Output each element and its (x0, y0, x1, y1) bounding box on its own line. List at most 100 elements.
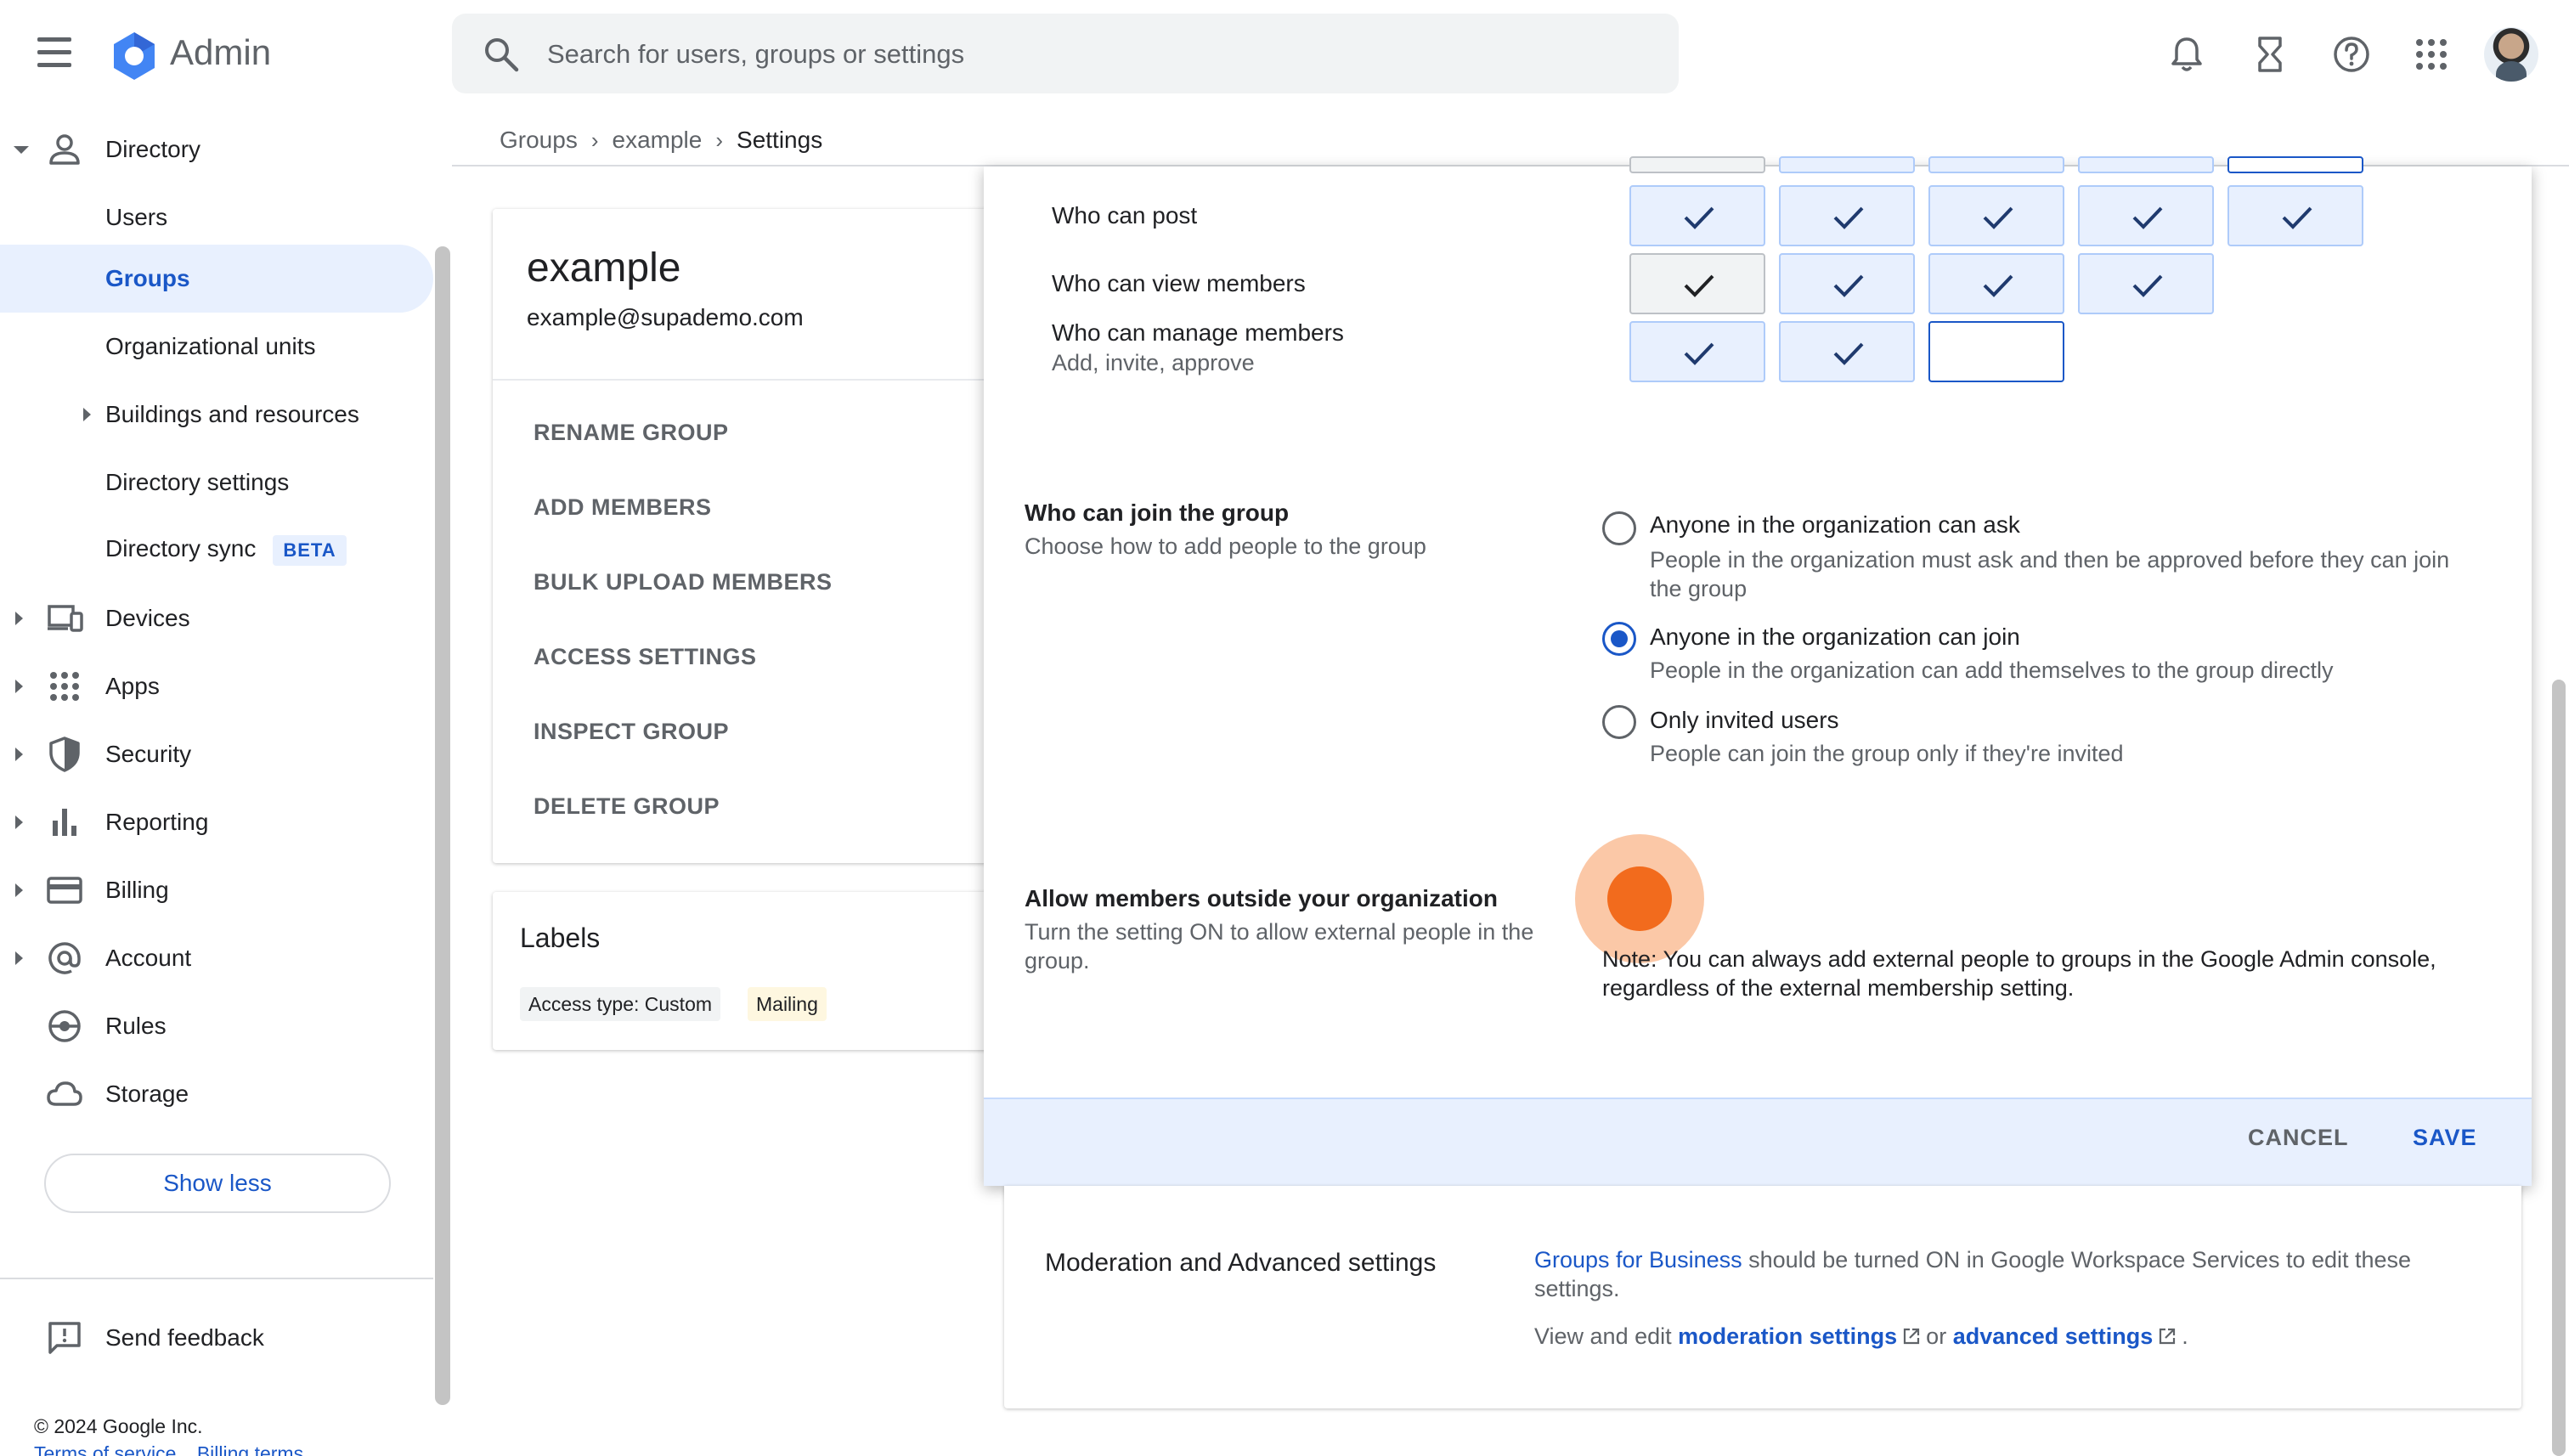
chevron-right-icon[interactable] (15, 612, 23, 625)
sidebar-item-groups[interactable]: Groups (0, 245, 433, 313)
external-members-title: Allow members outside your organization (1025, 885, 1498, 911)
tasks-hourglass-icon[interactable] (2250, 34, 2290, 75)
sidebar-item-security[interactable]: Security (0, 720, 433, 788)
help-icon[interactable] (2331, 34, 2372, 75)
post-checkbox-managers[interactable] (1779, 185, 1915, 246)
permission-checkbox[interactable] (1928, 156, 2064, 173)
period-text: . (2182, 1323, 2188, 1349)
view-checkbox-members[interactable] (1928, 253, 2064, 314)
view-checkbox-organization[interactable] (2078, 253, 2214, 314)
post-checkbox-external[interactable] (2227, 185, 2363, 246)
app-title[interactable]: Admin (170, 32, 271, 73)
sidebar-item-devices[interactable]: Devices (0, 584, 433, 652)
view-edit-prefix: View and edit (1534, 1323, 1672, 1349)
permission-checkbox[interactable] (1629, 156, 1765, 173)
moderation-settings-link[interactable]: moderation settings (1678, 1323, 1897, 1349)
groups-for-business-link[interactable]: Groups for Business (1534, 1247, 1742, 1273)
chevron-right-icon: › (590, 127, 599, 153)
permission-checkbox[interactable] (2078, 156, 2214, 173)
group-email: example@supademo.com (527, 304, 804, 330)
search-input[interactable] (547, 31, 1652, 78)
add-members-button[interactable]: ADD MEMBERS (534, 494, 712, 521)
sidebar-item-label: Directory settings (105, 469, 290, 495)
card-divider (493, 379, 1053, 381)
show-less-button[interactable]: Show less (44, 1154, 391, 1213)
chevron-right-icon[interactable] (15, 680, 23, 693)
post-checkbox-owners[interactable] (1629, 185, 1765, 246)
sidebar-scrollbar[interactable] (435, 246, 450, 1405)
radio-label[interactable]: Anyone in the organization can ask (1650, 511, 2020, 539)
radio-only-invited[interactable] (1602, 705, 1636, 739)
external-members-toggle[interactable] (1607, 866, 1672, 931)
beta-badge: BETA (273, 535, 347, 566)
cancel-button[interactable]: CANCEL (2248, 1125, 2349, 1151)
permission-checkbox[interactable] (1779, 156, 1915, 173)
radio-anyone-can-ask[interactable] (1602, 511, 1636, 545)
page-scrollbar[interactable] (2552, 680, 2566, 1456)
breadcrumb-groups[interactable]: Groups (500, 127, 578, 154)
sidebar-item-apps[interactable]: Apps (0, 652, 433, 720)
account-avatar[interactable] (2484, 27, 2538, 82)
external-members-subtitle: Turn the setting ON to allow external pe… (1025, 919, 1534, 973)
dialog-footer: CANCEL SAVE (984, 1098, 2532, 1186)
main-menu-icon[interactable] (37, 37, 82, 71)
radio-label[interactable]: Only invited users (1650, 707, 1839, 734)
sidebar-item-directory-sync[interactable]: Directory sync BETA (0, 516, 433, 584)
access-settings-button[interactable]: ACCESS SETTINGS (534, 644, 757, 670)
bulk-upload-members-button[interactable]: BULK UPLOAD MEMBERS (534, 569, 833, 595)
chevron-right-icon[interactable] (15, 815, 23, 829)
who-can-join-subtitle: Choose how to add people to the group (1025, 533, 1426, 559)
save-button[interactable]: SAVE (2413, 1125, 2477, 1151)
radio-label[interactable]: Anyone in the organization can join (1650, 624, 2020, 651)
chevron-down-icon[interactable] (14, 145, 29, 154)
view-checkbox-managers[interactable] (1779, 253, 1915, 314)
chevron-right-icon[interactable] (15, 883, 23, 897)
moderation-description: Groups for Business should be turned ON … (1534, 1245, 2486, 1303)
permission-checkbox[interactable] (2227, 156, 2363, 173)
billing-terms-link[interactable]: Billing terms (197, 1442, 303, 1456)
inspect-group-button[interactable]: INSPECT GROUP (534, 719, 729, 745)
sidebar-item-users[interactable]: Users (0, 183, 433, 251)
external-link-icon (1904, 1328, 1920, 1345)
sidebar-item-label: Devices (105, 605, 190, 631)
rename-group-button[interactable]: RENAME GROUP (534, 420, 729, 446)
sidebar-item-label: Storage (105, 1081, 189, 1107)
chevron-right-icon[interactable] (83, 408, 91, 421)
sidebar-item-reporting[interactable]: Reporting (0, 788, 433, 856)
sidebar-item-directory[interactable]: Directory (0, 116, 433, 183)
sidebar-item-billing[interactable]: Billing (0, 856, 433, 924)
post-checkbox-organization[interactable] (2078, 185, 2214, 246)
advanced-settings-link[interactable]: advanced settings (1953, 1323, 2154, 1349)
checkmark-icon (2282, 206, 2312, 229)
sidebar-item-buildings[interactable]: Buildings and resources (0, 381, 433, 449)
search-bar[interactable] (452, 14, 1679, 93)
apps-grid-icon[interactable] (2411, 34, 2452, 75)
radio-anyone-can-join[interactable] (1602, 622, 1636, 656)
sidebar-item-rules[interactable]: Rules (0, 992, 433, 1060)
moderation-links: View and edit moderation settings or adva… (1534, 1323, 2188, 1350)
checkmark-icon (1684, 274, 1714, 297)
send-feedback-button[interactable]: Send feedback (0, 1308, 433, 1368)
manage-checkbox-managers[interactable] (1779, 321, 1915, 382)
access-settings-dialog: Who can post Who can view members Who ca… (984, 156, 2532, 1186)
who-can-join-title: Who can join the group (1025, 499, 1290, 526)
post-checkbox-members[interactable] (1928, 185, 2064, 246)
terms-link[interactable]: Terms of service (34, 1442, 176, 1456)
search-icon[interactable] (483, 36, 520, 73)
or-text: or (1926, 1323, 1947, 1349)
view-checkbox-owners[interactable] (1629, 253, 1765, 314)
notifications-bell-icon[interactable] (2166, 34, 2207, 75)
delete-group-button[interactable]: DELETE GROUP (534, 793, 720, 820)
sidebar-item-directory-settings[interactable]: Directory settings (0, 449, 433, 516)
sidebar-item-account[interactable]: Account (0, 924, 433, 992)
chevron-right-icon[interactable] (15, 951, 23, 965)
manage-checkbox-owners[interactable] (1629, 321, 1765, 382)
chevron-right-icon[interactable] (15, 748, 23, 761)
directory-sync-label: Directory sync (105, 535, 257, 562)
manage-checkbox-members[interactable] (1928, 321, 2064, 382)
breadcrumb-example[interactable]: example (613, 127, 703, 154)
sidebar-item-storage[interactable]: Storage (0, 1060, 433, 1128)
sidebar-item-label: Buildings and resources (105, 401, 359, 427)
footer-links: Terms of service Billing terms (34, 1442, 319, 1456)
sidebar-item-org-units[interactable]: Organizational units (0, 313, 433, 381)
